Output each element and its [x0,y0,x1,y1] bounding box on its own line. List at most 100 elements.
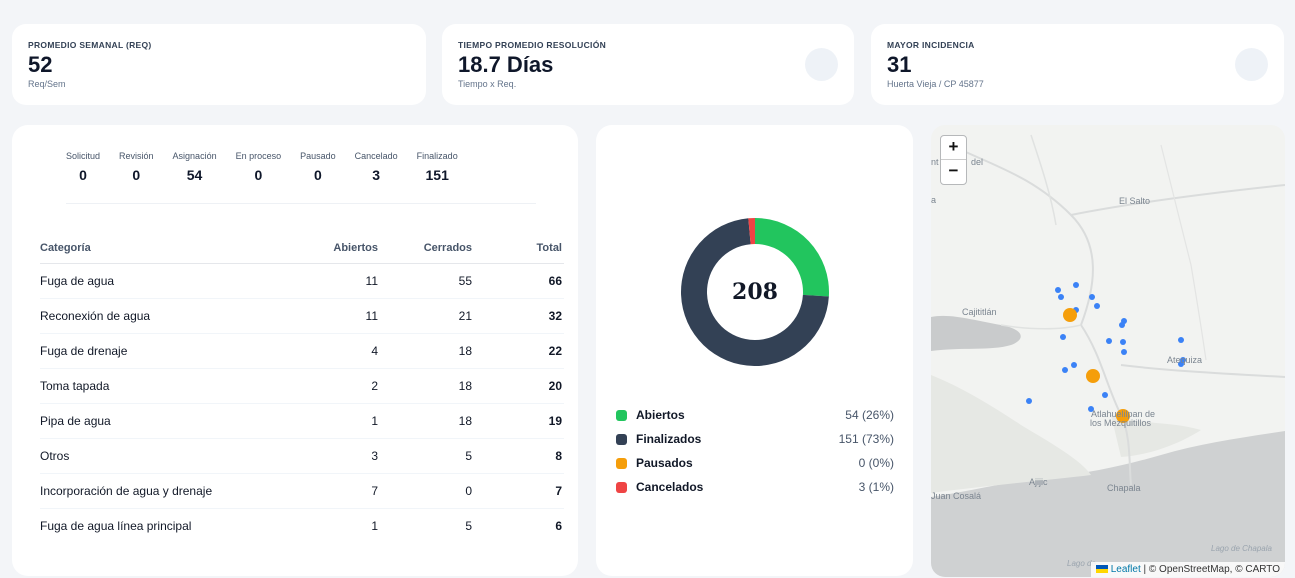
cell-total: 6 [555,518,562,533]
category-table: Categoría Abiertos Cerrados Total Fuga d… [40,233,564,543]
status-value: 54 [186,167,203,183]
map-label-ajijic: Ajijic [1029,477,1048,487]
map-label-el-salto: El Salto [1119,196,1151,206]
legend-item-finalizados[interactable]: Finalizados 151 (73%) [616,427,894,451]
status-value: 151 [425,167,449,183]
road [1120,364,1285,378]
marker-open[interactable] [1106,338,1112,344]
cell-closed: 18 [382,403,476,439]
marker-open[interactable] [1026,398,1032,404]
donut-total: 208 [732,279,778,305]
status-revision: Revisión 0 [119,151,154,183]
cell-open: 2 [282,368,382,404]
kpi-card-weekly-average: PROMEDIO SEMANAL (REQ) 52 Req/Sem [12,24,426,105]
cell-closed: 18 [382,368,476,404]
map-label: nt [931,157,939,167]
table-row[interactable]: Fuga de agua línea principal 1 5 6 [40,508,564,543]
table-row[interactable]: Otros 3 5 8 [40,438,564,474]
legend-item-cancelados[interactable]: Cancelados 3 (1%) [616,475,894,499]
legend-label: Abiertos [636,408,685,422]
legend-label: Pausados [636,456,693,470]
map-label: del [971,157,984,167]
marker-open[interactable] [1094,303,1100,309]
status-solicitud: Solicitud 0 [66,151,100,183]
marker-open[interactable] [1062,367,1068,373]
kpi-subtitle: Tiempo x Req. [458,79,517,89]
kpi-value: 31 [887,52,912,77]
status-label: Pausado [300,151,336,161]
zoom-out-button[interactable]: − [941,160,966,184]
header-open[interactable]: Abiertos [282,233,382,264]
map-label-atequiza: Atequiza [1167,355,1203,365]
table-row[interactable]: Fuga de drenaje 4 18 22 [40,333,564,369]
donut-legend: Abiertos 54 (26%) Finalizados 151 (73%) … [616,403,894,499]
status-pausado: Pausado 0 [300,151,336,183]
ukraine-flag-icon [1095,565,1108,573]
donut-card: 208 Abiertos 54 (26%) Finalizados 151 (7… [596,125,913,576]
table-row[interactable]: Fuga de agua 11 55 66 [40,263,564,299]
divider [66,203,536,204]
marker-open[interactable] [1178,337,1184,343]
header-total[interactable]: Total [476,233,564,264]
map-label-lago-chapala: Lago de Chapala [1211,544,1272,553]
marker-paused[interactable] [1086,369,1100,383]
road [1000,324,1082,330]
legend-item-abiertos[interactable]: Abiertos 54 (26%) [616,403,894,427]
cell-closed: 18 [382,333,476,369]
status-label: En proceso [235,151,282,161]
zoom-in-button[interactable]: + [941,136,966,160]
header-category[interactable]: Categoría [40,233,282,264]
legend-value: 3 (1%) [858,480,894,494]
status-value: 0 [313,167,322,183]
leaflet-link[interactable]: Leaflet [1111,564,1141,575]
header-closed[interactable]: Cerrados [382,233,476,264]
status-asignacion: Asignación 54 [173,151,217,183]
cell-total: 32 [476,298,564,334]
cell-open: 7 [282,473,382,509]
table-row[interactable]: Incorporación de agua y drenaje 7 0 7 [40,473,564,509]
marker-paused[interactable] [1063,308,1077,322]
cell-closed: 55 [382,263,476,299]
status-label: Cancelado [354,151,398,161]
status-value: 0 [79,167,87,183]
donut-chart: 208 [680,217,830,372]
status-label: Revisión [119,151,154,161]
marker-open[interactable] [1060,334,1066,340]
cell-total: 20 [476,368,564,404]
kpi-subtitle: Huerta Vieja / CP 45877 [887,79,984,89]
marker-open[interactable] [1073,282,1079,288]
road [1030,134,1057,226]
legend-swatch [616,481,627,493]
table-row[interactable]: Pipa de agua 1 18 19 [40,403,564,439]
legend-swatch [616,457,627,469]
table-row[interactable]: Toma tapada 2 18 20 [40,368,564,404]
table-header-row: Categoría Abiertos Cerrados Total [40,233,564,264]
legend-value: 151 (73%) [838,432,894,446]
kpi-subtitle: Req/Sem [28,79,66,89]
status-value: 0 [254,167,263,183]
status-label: Solicitud [66,151,101,161]
cell-open: 11 [282,298,382,334]
marker-open[interactable] [1071,362,1077,368]
marker-open[interactable] [1119,322,1125,328]
kpi-card-resolution-time: TIEMPO PROMEDIO RESOLUCIÓN 18.7 Días Tie… [442,24,854,105]
marker-open[interactable] [1102,392,1108,398]
table-row[interactable]: Reconexión de agua 11 21 32 [40,298,564,334]
cell-closed: 0 [382,473,476,509]
attribution-text: | © OpenStreetMap, © CARTO [1140,564,1280,575]
marker-open[interactable] [1089,294,1095,300]
marker-open[interactable] [1058,294,1064,300]
incident-map[interactable]: nt del a El Salto Cajititlán Atequiza At… [931,125,1285,577]
cell-closed: 21 [382,298,476,334]
kpi-label: MAYOR INCIDENCIA [887,40,975,50]
marker-open[interactable] [1121,349,1127,355]
marker-open[interactable] [1120,339,1126,345]
cell-category: Toma tapada [40,368,282,404]
cell-category: Fuga de agua [40,263,282,299]
cell-total: 7 [476,473,564,509]
marker-open[interactable] [1055,287,1061,293]
legend-item-pausados[interactable]: Pausados 0 (0%) [616,451,894,475]
legend-swatch [616,433,627,445]
cell-total: 22 [476,333,564,369]
legend-label: Finalizados [636,432,702,446]
